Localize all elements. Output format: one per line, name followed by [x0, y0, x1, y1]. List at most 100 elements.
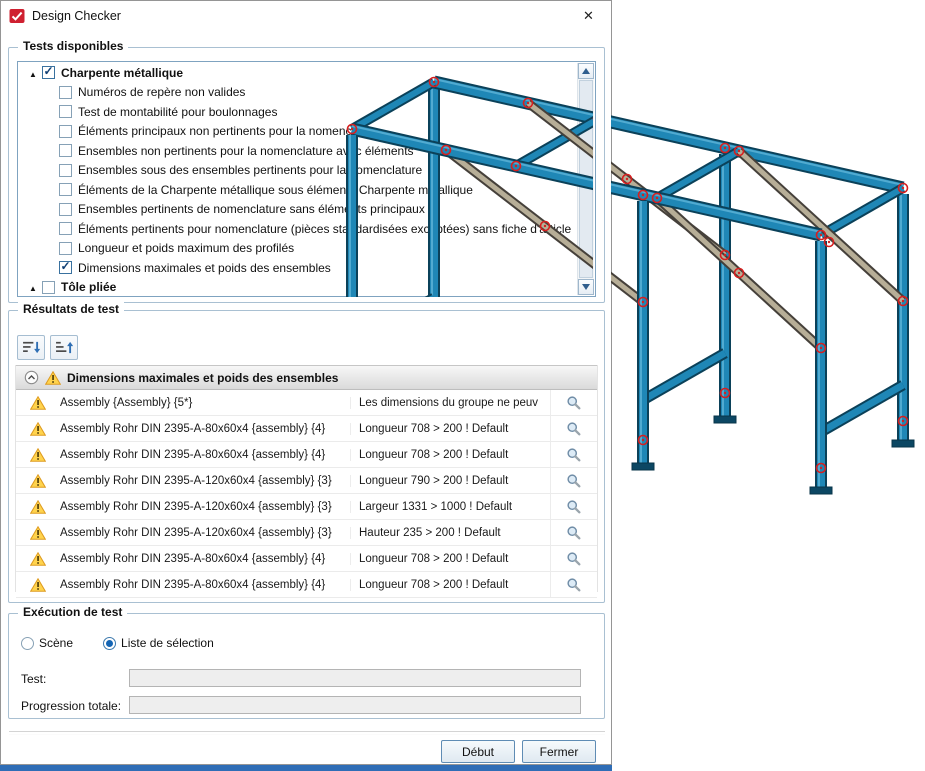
design-checker-icon	[9, 8, 25, 24]
result-row[interactable]: Assembly Rohr DIN 2395-A-120x60x4 {assem…	[16, 494, 597, 520]
result-name: Assembly Rohr DIN 2395-A-120x60x4 {assem…	[60, 501, 350, 513]
expander-icon[interactable]	[29, 66, 42, 80]
magnifier-icon[interactable]	[566, 395, 582, 411]
title-bar[interactable]: Design Checker ✕	[1, 1, 611, 31]
warning-icon	[30, 396, 46, 410]
magnifier-icon[interactable]	[566, 473, 582, 489]
test-field-label: Test:	[21, 672, 46, 686]
tests-tree: Charpente métallique Numéros de repère n…	[17, 61, 596, 297]
magnifier-icon[interactable]	[566, 551, 582, 567]
scroll-down-button[interactable]	[578, 279, 594, 295]
tree-item-4[interactable]: Ensembles non pertinents pour la nomencl…	[19, 141, 577, 161]
result-name: Assembly Rohr DIN 2395-A-120x60x4 {assem…	[60, 475, 350, 487]
magnifier-icon[interactable]	[566, 525, 582, 541]
radio-icon[interactable]	[103, 637, 116, 650]
results-category-header[interactable]: Dimensions maximales et poids des ensemb…	[16, 365, 597, 390]
tests-group-title: Tests disponibles	[18, 39, 128, 53]
checkbox[interactable]	[59, 203, 72, 216]
sort-descending-button[interactable]	[17, 335, 45, 360]
radio-scene[interactable]: Scène	[21, 636, 73, 650]
separator	[9, 731, 605, 735]
tree-item-9[interactable]: Longueur et poids maximum des profilés	[19, 239, 577, 259]
result-message: Longueur 708 > 200 ! Default	[350, 579, 550, 591]
warning-icon	[30, 448, 46, 462]
result-name: Assembly Rohr DIN 2395-A-80x60x4 {assemb…	[60, 553, 350, 565]
tree-item-label: Longueur et poids maximum des profilés	[78, 241, 294, 255]
result-row[interactable]: Assembly Rohr DIN 2395-A-80x60x4 {assemb…	[16, 546, 597, 572]
scroll-thumb[interactable]	[579, 80, 593, 278]
checkbox[interactable]	[59, 261, 72, 274]
result-row[interactable]: Assembly Rohr DIN 2395-A-80x60x4 {assemb…	[16, 416, 597, 442]
result-message: Longueur 708 > 200 ! Default	[350, 449, 550, 461]
result-message: Hauteur 235 > 200 ! Default	[350, 527, 550, 539]
radio-selection-label: Liste de sélection	[121, 636, 214, 650]
sort-ascending-button[interactable]	[50, 335, 78, 360]
result-name: Assembly Rohr DIN 2395-A-120x60x4 {assem…	[60, 527, 350, 539]
tree-item-7[interactable]: Ensembles pertinents de nomenclature san…	[19, 200, 577, 220]
checkbox[interactable]	[59, 222, 72, 235]
warning-icon	[30, 552, 46, 566]
checkbox[interactable]	[59, 164, 72, 177]
dialog-title: Design Checker	[32, 9, 121, 23]
results-group-title: Résultats de test	[18, 302, 124, 316]
result-row[interactable]: Assembly Rohr DIN 2395-A-120x60x4 {assem…	[16, 520, 597, 546]
checkbox[interactable]	[59, 105, 72, 118]
result-row[interactable]: Assembly Rohr DIN 2395-A-120x60x4 {assem…	[16, 468, 597, 494]
magnifier-icon[interactable]	[566, 499, 582, 515]
design-checker-dialog: Design Checker ✕ Tests disponibles Charp…	[0, 0, 612, 765]
tree-item-3[interactable]: Éléments principaux non pertinents pour …	[19, 122, 577, 142]
results-toolbar	[17, 335, 78, 360]
tree-item-10[interactable]: Dimensions maximales et poids des ensemb…	[19, 258, 577, 278]
warning-icon	[30, 578, 46, 592]
tree-item-0[interactable]: Charpente métallique	[19, 63, 577, 83]
execution-group: Exécution de test Scène Liste de sélecti…	[8, 613, 605, 719]
magnifier-icon[interactable]	[566, 447, 582, 463]
tree-item-6[interactable]: Éléments de la Charpente métallique sous…	[19, 180, 577, 200]
checkbox[interactable]	[42, 66, 55, 79]
tree-item-8[interactable]: Éléments pertinents pour nomenclature (p…	[19, 219, 577, 239]
result-row[interactable]: Assembly Rohr DIN 2395-A-80x60x4 {assemb…	[16, 572, 597, 598]
tree-item-1[interactable]: Numéros de repère non valides	[19, 83, 577, 103]
checkbox[interactable]	[59, 86, 72, 99]
result-message: Largeur 1331 > 1000 ! Default	[350, 501, 550, 513]
tree-item-label: Ensembles pertinents de nomenclature san…	[78, 202, 425, 216]
tree-item-2[interactable]: Test de montabilité pour boulonnages	[19, 102, 577, 122]
result-message: Longueur 708 > 200 ! Default	[350, 553, 550, 565]
close-dialog-button[interactable]: Fermer	[522, 740, 596, 763]
collapse-icon[interactable]	[24, 370, 39, 385]
sort-ascending-icon	[55, 340, 74, 355]
checkbox[interactable]	[59, 144, 72, 157]
tree-scrollbar[interactable]	[577, 63, 594, 295]
warning-icon	[30, 500, 46, 514]
expander-icon[interactable]	[29, 280, 42, 294]
tree-item-label: Dimensions maximales et poids des ensemb…	[78, 261, 331, 275]
radio-icon[interactable]	[21, 637, 34, 650]
checkbox[interactable]	[59, 183, 72, 196]
result-message: Longueur 790 > 200 ! Default	[350, 475, 550, 487]
tree-item-label: Éléments pertinents pour nomenclature (p…	[78, 222, 571, 236]
tree-rows: Charpente métallique Numéros de repère n…	[19, 63, 577, 295]
scroll-up-button[interactable]	[578, 63, 594, 79]
tree-item-11[interactable]: Tôle pliée	[19, 278, 577, 296]
checkbox[interactable]	[42, 281, 55, 294]
radio-selection-list[interactable]: Liste de sélection	[103, 636, 214, 650]
results-list: Dimensions maximales et poids des ensemb…	[15, 365, 598, 592]
checkbox[interactable]	[59, 125, 72, 138]
tree-item-label: Tôle pliée	[61, 280, 116, 294]
tree-item-5[interactable]: Ensembles sous des ensembles pertinents …	[19, 161, 577, 181]
start-button[interactable]: Début	[441, 740, 515, 763]
sort-descending-icon	[22, 340, 41, 355]
results-group: Résultats de test	[8, 310, 605, 603]
result-row[interactable]: Assembly Rohr DIN 2395-A-80x60x4 {assemb…	[16, 442, 597, 468]
result-row[interactable]: Assembly {Assembly} {5*} Les dimensions …	[16, 390, 597, 416]
tree-item-label: Ensembles non pertinents pour la nomencl…	[78, 144, 414, 158]
window-edge	[0, 765, 612, 771]
progress-field-label: Progression totale:	[21, 699, 121, 713]
close-button[interactable]: ✕	[566, 1, 611, 31]
magnifier-icon[interactable]	[566, 421, 582, 437]
checkbox[interactable]	[59, 242, 72, 255]
tree-item-label: Test de montabilité pour boulonnages	[78, 105, 277, 119]
arrow-down-icon	[582, 284, 590, 290]
magnifier-icon[interactable]	[566, 577, 582, 593]
progress-bar	[129, 696, 581, 714]
